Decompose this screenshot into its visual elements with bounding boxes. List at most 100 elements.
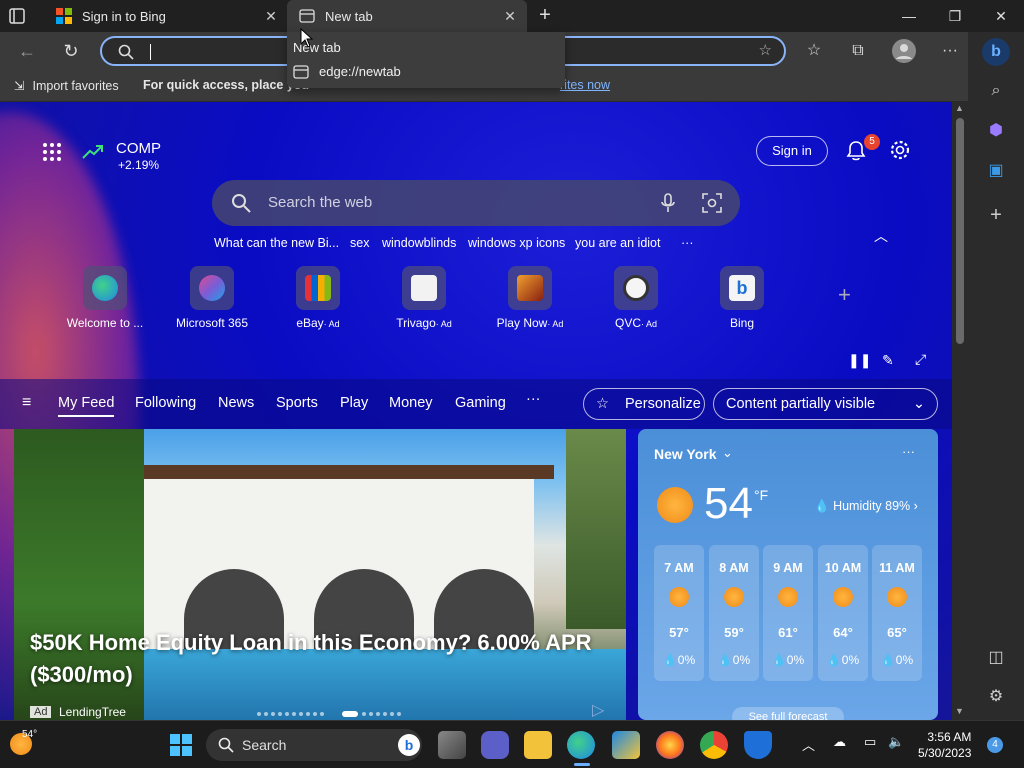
add-sidebar-app-icon[interactable]: + bbox=[985, 204, 1007, 226]
tile-label: Bing bbox=[729, 316, 755, 330]
quick-link-tile[interactable]: Welcome to ... bbox=[53, 266, 157, 330]
content-visibility-label: Content partially visible bbox=[726, 396, 876, 412]
humidity[interactable]: 💧 Humidity 89% › bbox=[814, 499, 918, 514]
import-favorites-button[interactable]: ⇲ Import favorites bbox=[14, 78, 119, 94]
bing-chat-icon[interactable]: b bbox=[982, 38, 1010, 66]
tab-actions-button[interactable] bbox=[6, 6, 28, 26]
file-explorer-icon[interactable] bbox=[524, 731, 552, 759]
hourly-forecast-item: 10 AM 64° 💧0% bbox=[818, 545, 868, 681]
tab-news[interactable]: News bbox=[218, 395, 254, 411]
chrome-icon[interactable] bbox=[700, 731, 728, 759]
quick-link-tile[interactable]: eBay· Ad bbox=[266, 266, 370, 330]
weather-city[interactable]: New York bbox=[654, 446, 717, 462]
add-quick-link-button[interactable]: + bbox=[838, 282, 851, 308]
hour-time: 11 AM bbox=[879, 561, 915, 575]
manage-favorites-link[interactable]: rites now bbox=[560, 78, 610, 92]
microphone-icon[interactable] bbox=[660, 193, 676, 213]
scroll-down-icon[interactable]: ▼ bbox=[955, 706, 964, 716]
minimize-button[interactable]: — bbox=[894, 4, 924, 28]
microsoft-store-icon[interactable] bbox=[612, 731, 640, 759]
notification-center-badge[interactable]: 4 bbox=[987, 737, 1003, 753]
restore-button[interactable]: ❐ bbox=[940, 4, 970, 28]
carousel-dots[interactable] bbox=[256, 711, 406, 717]
tile-icon-box bbox=[508, 266, 552, 310]
tab-following[interactable]: Following bbox=[135, 395, 196, 411]
settings-more-button[interactable]: ··· bbox=[937, 38, 963, 64]
quick-link-tile[interactable]: Trivago· Ad bbox=[372, 266, 476, 330]
tab-close-button[interactable]: ✕ bbox=[501, 8, 519, 25]
expand-icon[interactable]: ⤢ bbox=[915, 351, 926, 368]
tab-sports[interactable]: Sports bbox=[276, 395, 318, 411]
more-options-icon[interactable]: ··· bbox=[902, 444, 915, 459]
sidebar-settings-icon[interactable]: ⚙ bbox=[985, 686, 1007, 708]
tab-gaming[interactable]: Gaming bbox=[455, 395, 506, 411]
taskbar-search[interactable]: Search b bbox=[206, 729, 422, 761]
trending-item[interactable]: you are an idiot bbox=[575, 236, 660, 250]
system-clock[interactable]: 3:56 AM 5/30/2023 bbox=[918, 729, 971, 761]
content-visibility-dropdown[interactable]: Content partially visible ⌄ bbox=[713, 388, 938, 420]
defender-shield-icon[interactable] bbox=[744, 731, 772, 759]
volume-icon[interactable]: 🔈 bbox=[888, 734, 904, 750]
quick-link-tile[interactable]: b Bing bbox=[690, 266, 794, 330]
trending-more-button[interactable]: ··· bbox=[681, 236, 694, 250]
quick-link-tile[interactable]: Play Now· Ad bbox=[478, 266, 582, 330]
search-input[interactable]: Search the web bbox=[268, 194, 372, 211]
tab-my-feed[interactable]: My Feed bbox=[58, 395, 115, 417]
microsoft-365-icon[interactable]: ⬢ bbox=[985, 120, 1007, 142]
outlook-icon[interactable]: ▣ bbox=[985, 160, 1007, 182]
sidebar-search-icon[interactable]: ⌕ bbox=[985, 80, 1007, 102]
hour-time: 8 AM bbox=[719, 561, 749, 575]
trending-item[interactable]: windowblinds bbox=[382, 236, 456, 250]
settings-gear-icon[interactable] bbox=[889, 139, 911, 161]
page-scrollbar[interactable]: ▲ ▼ bbox=[952, 102, 968, 720]
menu-hamburger-icon[interactable]: ≡ bbox=[22, 394, 31, 412]
scroll-up-icon[interactable]: ▲ bbox=[955, 103, 964, 113]
favorites-button[interactable]: ☆ bbox=[801, 38, 827, 64]
suggestion-item[interactable]: edge://newtab bbox=[293, 64, 401, 79]
personalize-button[interactable]: ☆ Personalize bbox=[583, 388, 705, 420]
profile-button[interactable] bbox=[891, 38, 917, 64]
network-icon[interactable]: ▭ bbox=[864, 734, 876, 750]
refresh-button[interactable]: ↻ bbox=[58, 39, 84, 63]
quick-link-tile[interactable]: Microsoft 365 bbox=[160, 266, 264, 330]
apps-grid-icon[interactable] bbox=[42, 142, 62, 162]
scrollbar-thumb[interactable] bbox=[956, 118, 964, 344]
tab-close-button[interactable]: ✕ bbox=[262, 8, 280, 25]
ad-choices-icon[interactable]: ▷ bbox=[592, 700, 604, 720]
chevron-down-icon[interactable]: ⌄ bbox=[722, 445, 733, 461]
new-tab-button[interactable]: + bbox=[534, 4, 556, 26]
firefox-icon[interactable] bbox=[656, 731, 684, 759]
task-view-icon[interactable] bbox=[438, 731, 466, 759]
hero-ad-card[interactable]: $50K Home Equity Loan in this Economy? 6… bbox=[14, 429, 626, 720]
collapse-chevron-icon[interactable]: ︿ bbox=[874, 226, 888, 246]
tab-money[interactable]: Money bbox=[389, 395, 433, 411]
hero-source[interactable]: LendingTree bbox=[59, 705, 126, 719]
web-search-box[interactable]: Search the web bbox=[212, 180, 740, 226]
tab-sign-in-bing[interactable]: Sign in to Bing ✕ bbox=[44, 0, 288, 32]
trending-item[interactable]: sex bbox=[350, 236, 369, 250]
close-window-button[interactable]: ✕ bbox=[986, 4, 1016, 28]
hide-sidebar-icon[interactable]: ◫ bbox=[985, 647, 1007, 669]
cloud-offline-icon[interactable]: ☁ bbox=[833, 734, 846, 750]
tab-new-tab[interactable]: New tab ✕ bbox=[287, 0, 527, 32]
trending-item[interactable]: What can the new Bi... bbox=[214, 236, 339, 250]
windows-start-icon[interactable] bbox=[169, 733, 193, 757]
edit-background-icon[interactable]: ✎ bbox=[882, 352, 894, 369]
weather-card[interactable]: New York ⌄ ··· 54 °F 💧 Humidity 89% › 7 … bbox=[638, 429, 938, 720]
add-favorite-star-icon[interactable]: ☆ bbox=[759, 41, 772, 59]
humidity-drop-icon: 💧 bbox=[814, 499, 830, 513]
hero-title[interactable]: $50K Home Equity Loan in this Economy? 6… bbox=[30, 627, 620, 691]
more-tabs-button[interactable]: ··· bbox=[526, 391, 541, 407]
collections-button[interactable]: ⧉ bbox=[845, 38, 871, 64]
sign-in-button[interactable]: Sign in bbox=[756, 136, 828, 166]
edge-taskbar-icon[interactable] bbox=[567, 731, 595, 759]
trending-item[interactable]: windows xp icons bbox=[468, 236, 565, 250]
tab-play[interactable]: Play bbox=[340, 395, 368, 411]
see-full-forecast-link[interactable]: See full forecast bbox=[732, 707, 844, 720]
pause-background-icon[interactable]: ❚❚ bbox=[848, 352, 871, 369]
chevron-up-icon[interactable]: ︿ bbox=[802, 735, 815, 754]
visual-search-icon[interactable] bbox=[702, 193, 722, 213]
teams-chat-icon[interactable] bbox=[481, 731, 509, 759]
back-button[interactable]: ← bbox=[14, 39, 40, 63]
quick-link-tile[interactable]: QVC· Ad bbox=[584, 266, 688, 330]
